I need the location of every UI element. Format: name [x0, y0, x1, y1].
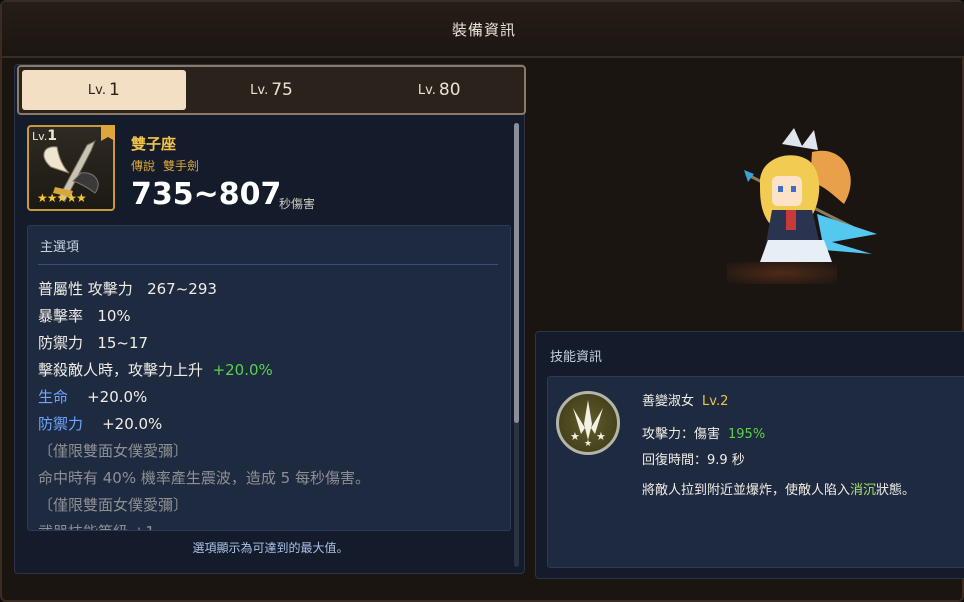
tab-prefix: Lv. [417, 82, 436, 98]
item-header: Lv.1 ★★★★★ 雙子座 傳說 雙手劍 735~807 秒傷害 [27, 123, 507, 223]
option-key: 普屬性 攻擊力 [38, 280, 133, 298]
level-tabs: Lv. 1 Lv. 75 Lv. 80 [17, 65, 526, 115]
skill-cooldown: 回復時間：9.9 秒 [642, 453, 745, 468]
option-key: 暴擊率 [38, 307, 84, 325]
main-options-box[interactable]: 主選項 普屬性 攻擊力 267~293 暴擊率 10% 防禦力 15~17 擊殺… [27, 225, 511, 531]
svg-text:★: ★ [584, 439, 592, 449]
item-type: 雙手劍 [163, 159, 200, 173]
tab-lv-75[interactable]: Lv. 75 [190, 70, 354, 110]
options-divider [38, 264, 498, 265]
damage-unit: 秒傷害 [279, 197, 316, 211]
weapon-icon[interactable]: Lv.1 ★★★★★ [27, 125, 115, 211]
option-value: +20.0% [87, 388, 148, 406]
rating-stars: ★★★★★ [37, 191, 87, 205]
equipment-panel: Lv. 1 Lv. 75 Lv. 80 Lv.1 ★★★★★ 雙子座 傳說 雙手… [14, 64, 526, 574]
option-key: 防禦力 [38, 334, 84, 352]
option-key: 擊殺敵人時，攻擊力上升 [38, 361, 204, 379]
option-line: 〔僅限雙面女僕愛彌〕 [38, 442, 189, 460]
option-value: 15~17 [97, 334, 149, 352]
skill-emblem-icon: ★ ★ ★ [570, 400, 606, 449]
damage-value: 735~807 [131, 177, 282, 212]
skill-icon[interactable]: ★ ★ ★ [556, 391, 620, 455]
option-value: 10% [97, 307, 131, 325]
equipment-info-window: 裝備資訊 Lv. 1 Lv. 75 Lv. 80 Lv.1 ★★★★★ 雙子座 … [0, 0, 964, 602]
svg-text:★: ★ [570, 430, 580, 443]
tab-lv-80[interactable]: Lv. 80 [357, 70, 521, 110]
tab-level: 75 [271, 80, 293, 100]
option-line: 〔僅限雙面女僕愛彌〕 [38, 496, 189, 514]
skill-name-row: 善變淑女 Lv.2 [642, 390, 728, 409]
tab-prefix: Lv. [87, 82, 106, 98]
option-key: 防禦力 [38, 415, 84, 433]
skill-desc-keyword: 消沉 [850, 483, 877, 498]
skill-level: Lv.2 [702, 394, 729, 409]
option-value: +20.0% [102, 415, 163, 433]
skill-desc-text: 狀態。 [876, 483, 916, 498]
skill-box: ★ ★ ★ 善變淑女 Lv.2 攻擊力：傷害 195% 回復時間：9.9 秒 將敵人… [547, 376, 964, 568]
option-line: 普屬性 攻擊力 267~293 [38, 278, 217, 299]
item-rarity: 傳說 [131, 159, 156, 173]
window-title: 裝備資訊 [451, 20, 516, 39]
item-name: 雙子座 [131, 135, 177, 153]
option-line: 武器技能等級 +1 [38, 521, 155, 530]
option-line: 防禦力 +20.0% [38, 413, 162, 434]
option-line: 命中時有 40% 機率產生震波，造成 5 每秒傷害。 [38, 469, 370, 487]
option-line: 暴擊率 10% [38, 305, 131, 326]
item-subtitle: 傳說 雙手劍 [131, 157, 199, 174]
option-value: 267~293 [147, 280, 217, 298]
skill-panel-title: 技能資訊 [550, 350, 603, 365]
options-footnote: 選項顯示為可達到的最大值。 [192, 541, 349, 555]
skill-attack-row: 攻擊力：傷害 195% [642, 423, 765, 442]
options-scrollbar[interactable] [514, 123, 519, 567]
skill-description: 將敵人拉到附近並爆炸，使敵人陷入消沉狀態。 [642, 479, 915, 498]
option-key: 生命 [38, 388, 69, 406]
scrollbar-thumb[interactable] [514, 123, 519, 423]
tab-lv-1[interactable]: Lv. 1 [22, 70, 186, 110]
option-line: 生命 +20.0% [38, 386, 147, 407]
character-sprite [744, 128, 877, 262]
character-preview [532, 64, 964, 328]
skill-desc-text: 將敵人拉到附近並爆炸，使敵人陷入 [642, 483, 851, 498]
tab-level: 80 [438, 80, 461, 100]
option-value: +20.0% [212, 361, 273, 379]
options-title: 主選項 [40, 240, 80, 255]
option-line: 防禦力 15~17 [38, 332, 148, 353]
tab-level: 1 [108, 80, 120, 100]
skill-attack-value: 195% [728, 427, 766, 442]
skill-panel: 技能資訊 ★ ★ ★ 善變淑女 Lv.2 攻擊力：傷害 195% 回復時間：9.9 … [535, 331, 964, 579]
svg-text:★: ★ [596, 430, 606, 443]
skill-name: 善變淑女 [642, 394, 695, 409]
tab-prefix: Lv. [250, 82, 269, 98]
skill-attack-label: 攻擊力：傷害 [642, 427, 721, 442]
option-line: 擊殺敵人時，攻擊力上升 +20.0% [38, 359, 273, 380]
title-bar: 裝備資訊 [2, 2, 964, 58]
